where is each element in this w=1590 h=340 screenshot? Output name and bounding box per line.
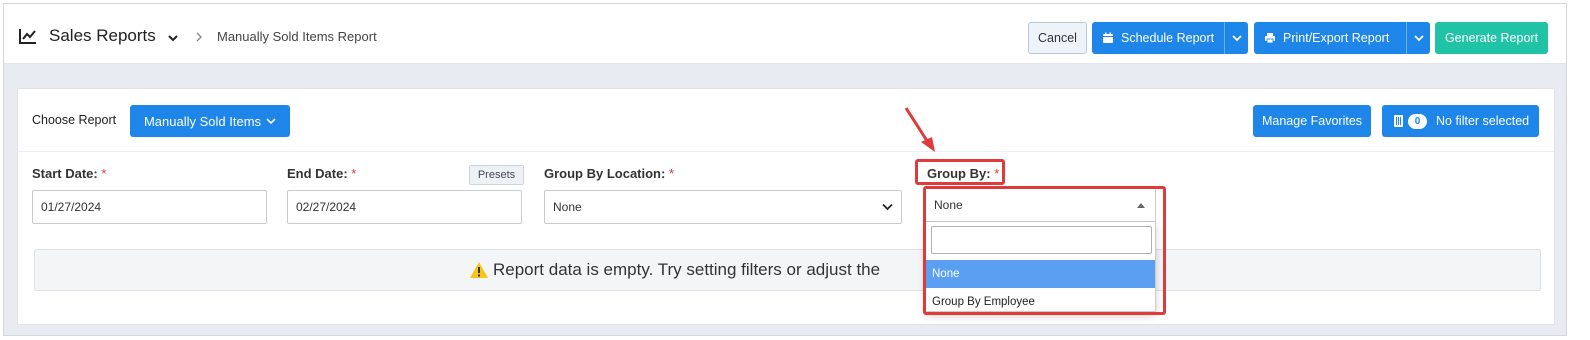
- required-mark: *: [351, 166, 357, 181]
- required-mark: *: [668, 166, 675, 181]
- end-date-label-text: End Date:: [287, 166, 348, 181]
- empty-report-banner: Report data is empty. Try setting filter…: [34, 249, 1541, 291]
- end-date-input[interactable]: 02/27/2024: [287, 190, 522, 224]
- schedule-dropdown-toggle[interactable]: [1224, 22, 1248, 54]
- group-by-location-select[interactable]: None: [544, 190, 902, 224]
- start-date-label-text: Start Date:: [32, 166, 98, 181]
- start-date-input[interactable]: 01/27/2024: [32, 190, 267, 224]
- presets-button[interactable]: Presets: [469, 165, 524, 185]
- page-title[interactable]: Sales Reports: [49, 26, 156, 46]
- manage-favorites-button[interactable]: Manage Favorites: [1253, 105, 1371, 137]
- group-by-location-value: None: [553, 200, 582, 214]
- breadcrumb-current: Manually Sold Items Report: [217, 29, 377, 44]
- required-mark: *: [101, 166, 107, 181]
- chevron-down-icon: [1231, 35, 1242, 42]
- filter-button[interactable]: 0 No filter selected: [1382, 105, 1539, 137]
- calendar-icon: [1103, 32, 1113, 43]
- print-export-label: Print/Export Report: [1283, 31, 1390, 45]
- app-frame: Sales Reports Manually Sold Items Report…: [3, 3, 1567, 336]
- printer-icon: [1265, 33, 1275, 44]
- divider: [18, 151, 1554, 152]
- chevron-down-icon: [882, 203, 893, 211]
- chevron-right-icon: [196, 32, 202, 42]
- schedule-report-button[interactable]: Schedule Report: [1092, 22, 1248, 54]
- choose-report-dropdown[interactable]: Manually Sold Items: [130, 105, 290, 137]
- chevron-down-icon: [266, 118, 276, 125]
- group-by-location-label: Group By Location: *: [544, 166, 674, 181]
- start-date-label: Start Date: *: [32, 166, 106, 181]
- print-export-button[interactable]: Print/Export Report: [1254, 22, 1430, 54]
- print-dropdown-toggle[interactable]: [1406, 22, 1430, 54]
- cancel-button[interactable]: Cancel: [1028, 22, 1087, 54]
- group-by-location-label-text: Group By Location:: [544, 166, 666, 181]
- report-card: Choose Report Manually Sold Items Manage…: [17, 88, 1555, 325]
- end-date-label: End Date: *: [287, 166, 356, 181]
- generate-report-button[interactable]: Generate Report: [1435, 22, 1548, 54]
- filter-count-badge: 0: [1408, 113, 1427, 129]
- annotation-highlight-dropdown: [923, 186, 1166, 315]
- annotation-highlight-label: [915, 159, 1005, 185]
- line-chart-icon: [19, 29, 36, 44]
- filter-label: No filter selected: [1436, 114, 1530, 128]
- choose-report-label: Choose Report: [32, 113, 117, 127]
- filter-icon: [1394, 115, 1403, 127]
- top-bar: Sales Reports Manually Sold Items Report…: [4, 4, 1566, 64]
- empty-message: Report data is empty. Try setting filter…: [493, 260, 881, 279]
- chevron-down-icon: [1413, 35, 1424, 42]
- annotation-arrow-icon: [904, 107, 935, 152]
- chevron-down-icon[interactable]: [166, 31, 180, 45]
- selected-report-label: Manually Sold Items: [143, 113, 262, 129]
- warning-icon: [470, 262, 488, 278]
- schedule-report-label: Schedule Report: [1121, 31, 1215, 45]
